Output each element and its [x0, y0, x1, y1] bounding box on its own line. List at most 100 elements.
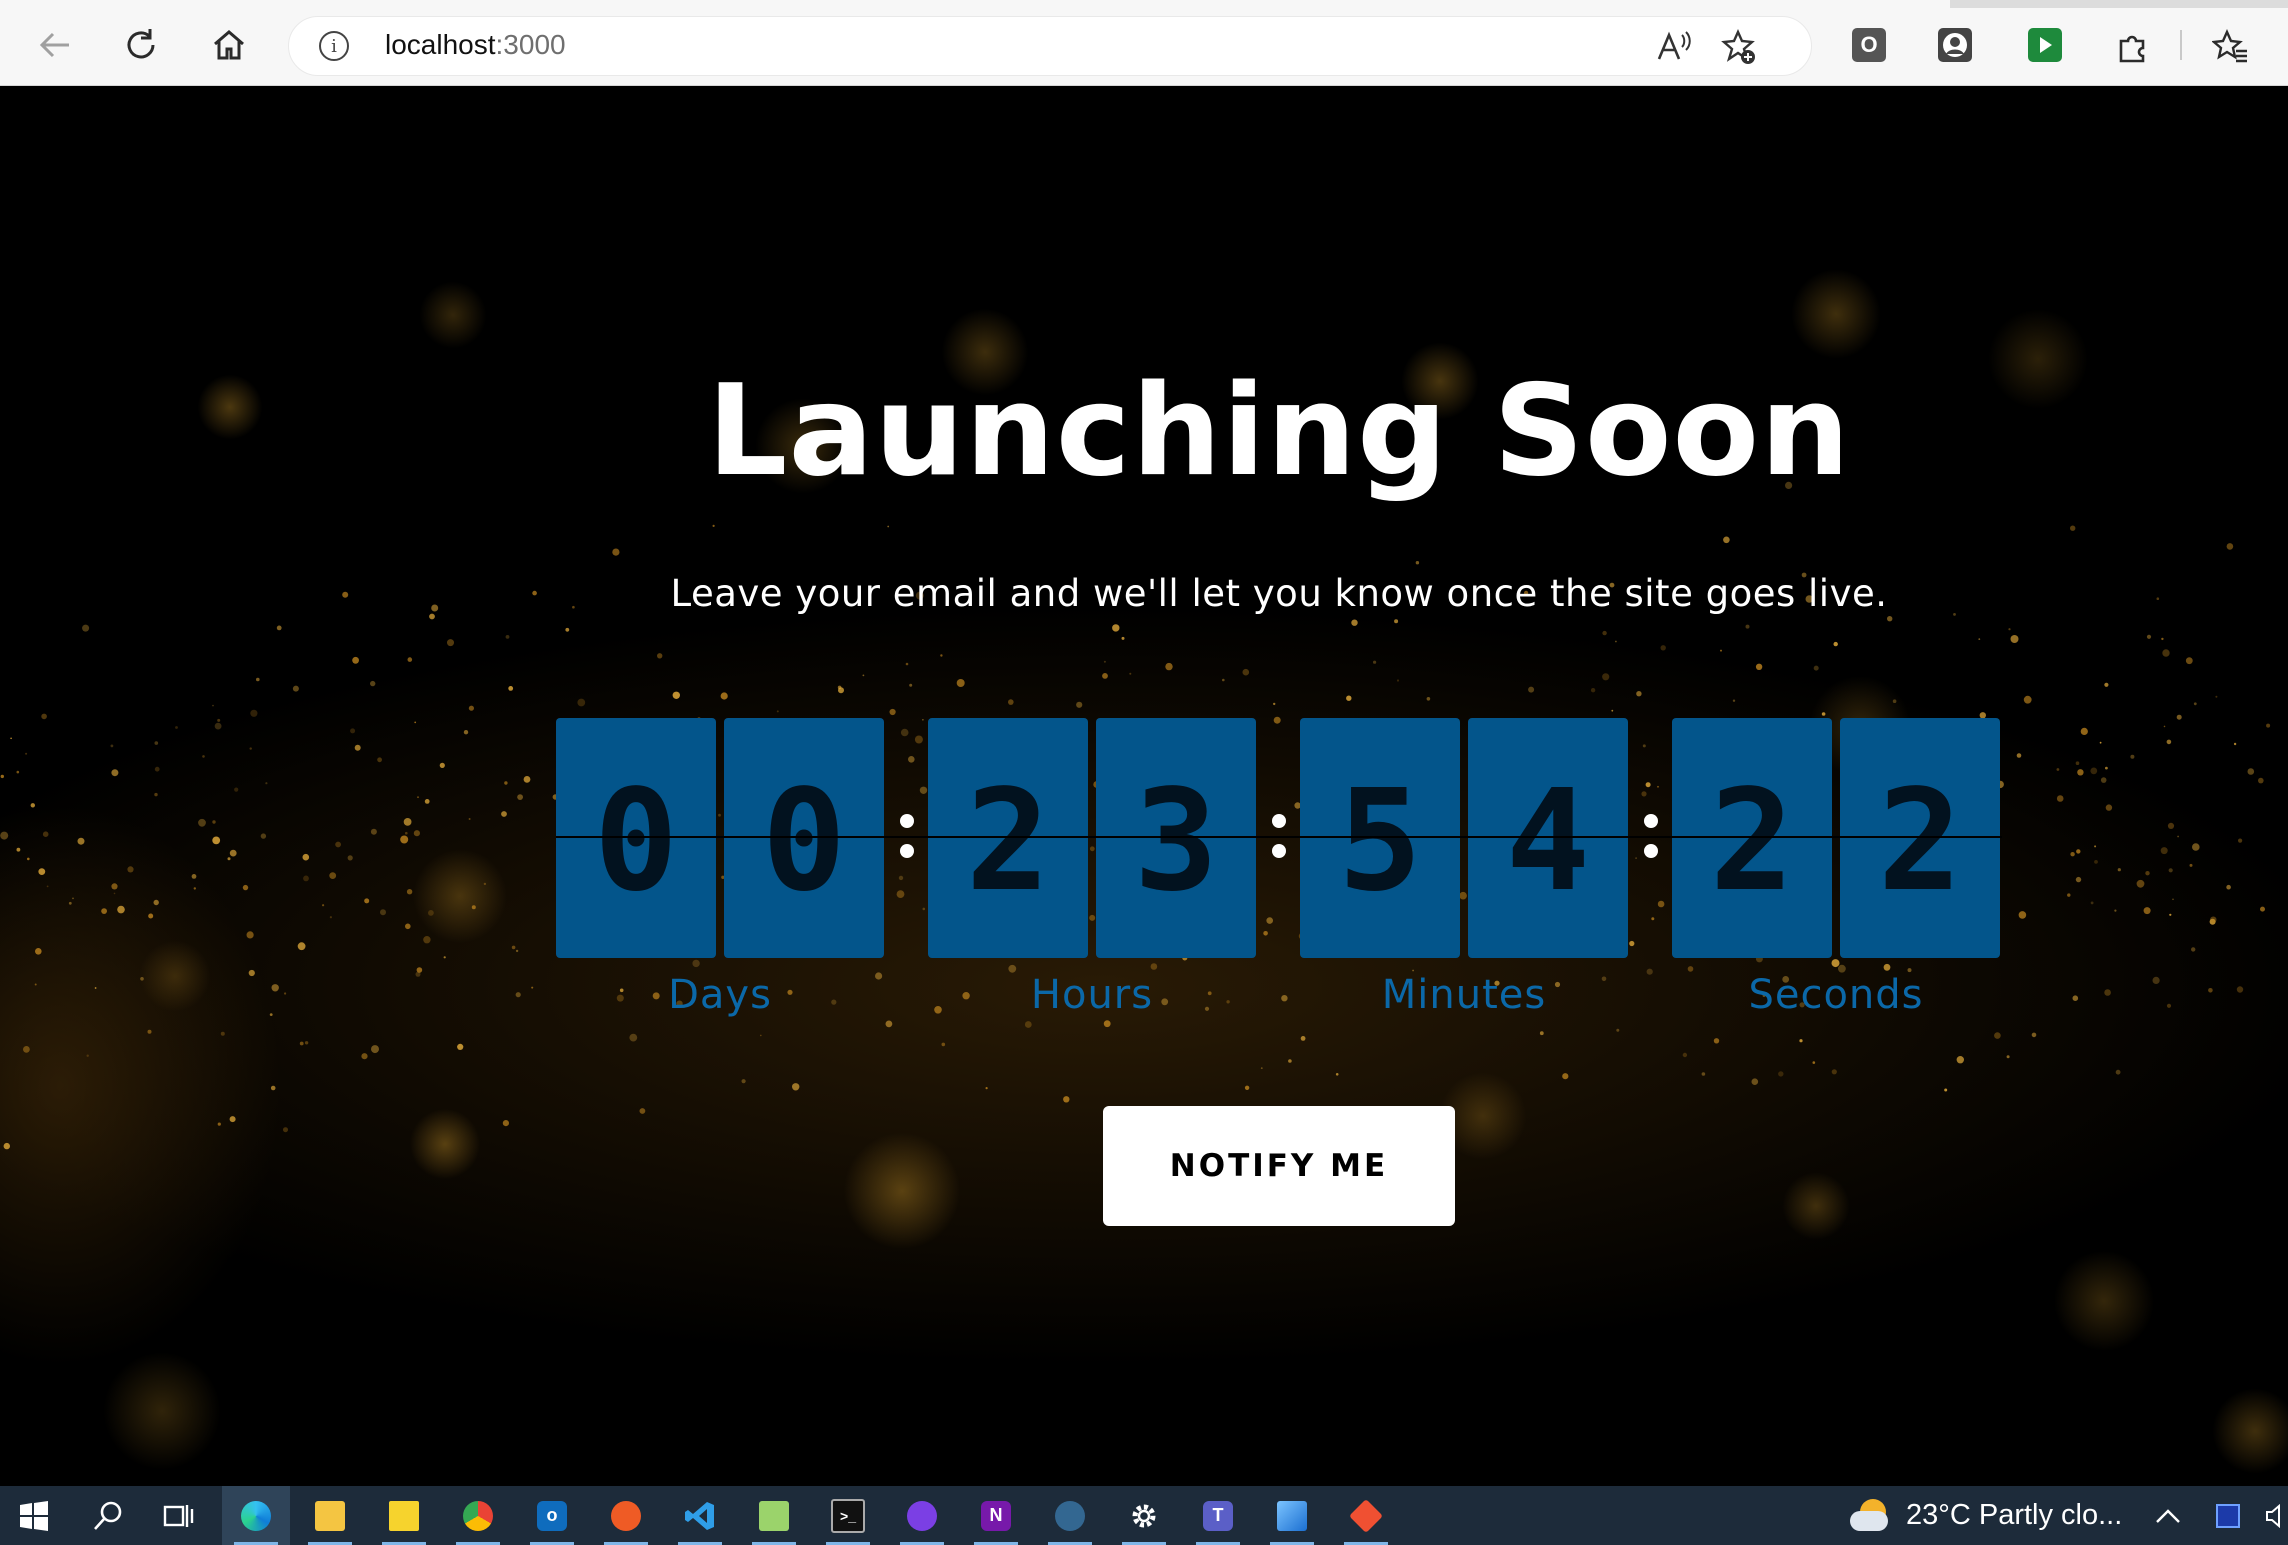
bokeh-sparkle: [292, 685, 299, 692]
bokeh-sparkle: [2166, 739, 2172, 745]
bokeh-sparkle: [2077, 769, 2084, 776]
bokeh-sparkle: [234, 787, 239, 792]
extension-account-icon[interactable]: [1938, 28, 1972, 62]
bokeh-sparkle: [1646, 968, 1653, 975]
taskbar-teams[interactable]: T: [1184, 1486, 1252, 1545]
bokeh-sparkle: [443, 956, 446, 959]
read-aloud-icon[interactable]: [1649, 23, 1697, 71]
search-button[interactable]: [74, 1486, 142, 1545]
add-favorite-icon[interactable]: [1715, 23, 1763, 71]
taskbar-settings[interactable]: [1110, 1486, 1178, 1545]
bokeh-sparkle: [1346, 695, 1352, 701]
bokeh-sparkle: [439, 762, 445, 769]
taskbar-vscode[interactable]: [666, 1486, 734, 1545]
bokeh-orb: [2053, 1250, 2155, 1352]
bokeh-sparkle: [424, 799, 430, 804]
days-digit-2: 0: [724, 718, 884, 958]
bokeh-orb: [409, 1108, 481, 1180]
bokeh-sparkle: [2167, 822, 2175, 830]
bokeh-sparkle: [1121, 636, 1125, 640]
bokeh-sparkle: [198, 818, 206, 827]
bokeh-sparkle: [2236, 986, 2244, 993]
onenote-icon: N: [981, 1500, 1011, 1531]
bokeh-sparkle: [400, 835, 409, 844]
extension-green-icon[interactable]: [2028, 28, 2062, 62]
taskbar-terminal[interactable]: >_: [814, 1486, 882, 1545]
bokeh-sparkle: [523, 776, 531, 783]
taskbar-pgadmin[interactable]: [1036, 1486, 1104, 1545]
bokeh-sparkle: [1833, 641, 1838, 647]
bokeh-sparkle: [217, 1122, 221, 1126]
bokeh-sparkle: [1024, 1021, 1032, 1028]
postman-icon: [611, 1500, 641, 1531]
weather-text: 23°C Partly clo...: [1906, 1499, 2123, 1531]
bokeh-sparkle: [191, 874, 197, 879]
bokeh-sparkle: [1263, 931, 1268, 936]
bokeh-sparkle: [1615, 640, 1617, 643]
bokeh-sparkle: [2090, 767, 2098, 775]
bokeh-sparkle: [154, 766, 160, 772]
taskbar-github-desktop[interactable]: [888, 1486, 956, 1545]
taskbar-chrome[interactable]: [444, 1486, 512, 1545]
bokeh-sparkle: [271, 984, 279, 992]
bokeh-sparkle: [1883, 963, 1891, 971]
task-view-button[interactable]: [144, 1486, 212, 1545]
bokeh-sparkle: [1956, 1056, 1965, 1064]
bokeh-sparkle: [153, 899, 159, 906]
active-tab-edge[interactable]: [0, 0, 1950, 8]
bokeh-sparkle: [335, 841, 341, 848]
taskbar-edge[interactable]: [222, 1486, 290, 1545]
extension-o-icon[interactable]: O: [1852, 28, 1886, 62]
bokeh-sparkle: [202, 755, 205, 758]
bokeh-sparkle: [1335, 1073, 1339, 1076]
url-port: :3000: [495, 29, 566, 60]
extensions-icon[interactable]: [2104, 18, 2162, 76]
digit-text: 3: [1133, 760, 1219, 923]
taskbar-outlook[interactable]: o: [518, 1486, 586, 1545]
info-icon[interactable]: i: [319, 31, 349, 61]
bokeh-sparkle: [1103, 1020, 1111, 1028]
start-button[interactable]: [0, 1486, 68, 1545]
bokeh-sparkle: [2247, 768, 2255, 775]
bokeh-sparkle: [1720, 649, 1722, 652]
bokeh-sparkle: [350, 728, 356, 734]
bokeh-sparkle: [2143, 907, 2151, 915]
taskbar-sticky-notes[interactable]: [370, 1486, 438, 1545]
tray-app-icon[interactable]: [2208, 1486, 2248, 1545]
folder-icon: [315, 1500, 345, 1531]
bokeh-sparkle: [2176, 714, 2182, 720]
seconds-digit-2: 2: [1840, 718, 2000, 958]
bokeh-orb: [2212, 1388, 2288, 1474]
address-bar[interactable]: i localhost:3000: [288, 16, 1812, 76]
volume-icon[interactable]: [2262, 1486, 2288, 1545]
bokeh-sparkle: [862, 674, 865, 677]
taskbar-file-explorer[interactable]: [296, 1486, 364, 1545]
back-icon[interactable]: [26, 16, 84, 74]
favorites-icon[interactable]: [2202, 18, 2260, 76]
bokeh-sparkle: [154, 741, 159, 745]
taskbar-notepad-plus-plus[interactable]: [740, 1486, 808, 1545]
digit-text: 2: [1877, 760, 1963, 923]
notify-me-button[interactable]: NOTIFY ME: [1103, 1106, 1455, 1226]
minutes-digit-1: 5: [1300, 718, 1460, 958]
home-icon[interactable]: [200, 16, 258, 74]
bokeh-sparkle: [1281, 995, 1288, 1002]
bokeh-sparkle: [1394, 619, 1399, 624]
weather-widget[interactable]: 23°C Partly clo...: [1850, 1486, 2122, 1545]
taskbar-photos[interactable]: [1258, 1486, 1326, 1545]
bokeh-sparkle: [35, 948, 42, 955]
url-text[interactable]: localhost:3000: [385, 29, 566, 61]
bokeh-sparkle: [2104, 682, 2109, 687]
refresh-icon[interactable]: [112, 16, 170, 74]
bokeh-sparkle: [212, 820, 216, 824]
taskbar-onenote[interactable]: N: [962, 1486, 1030, 1545]
bokeh-sparkle: [322, 904, 325, 907]
taskbar-postman[interactable]: [592, 1486, 660, 1545]
chevron-up-icon[interactable]: [2148, 1486, 2188, 1545]
taskbar-git[interactable]: [1332, 1486, 1400, 1545]
bokeh-sparkle: [303, 875, 309, 882]
bokeh-sparkle: [941, 1042, 946, 1047]
bokeh-sparkle: [1657, 785, 1659, 788]
bokeh-sparkle: [217, 718, 221, 722]
bokeh-sparkle: [2191, 947, 2196, 952]
